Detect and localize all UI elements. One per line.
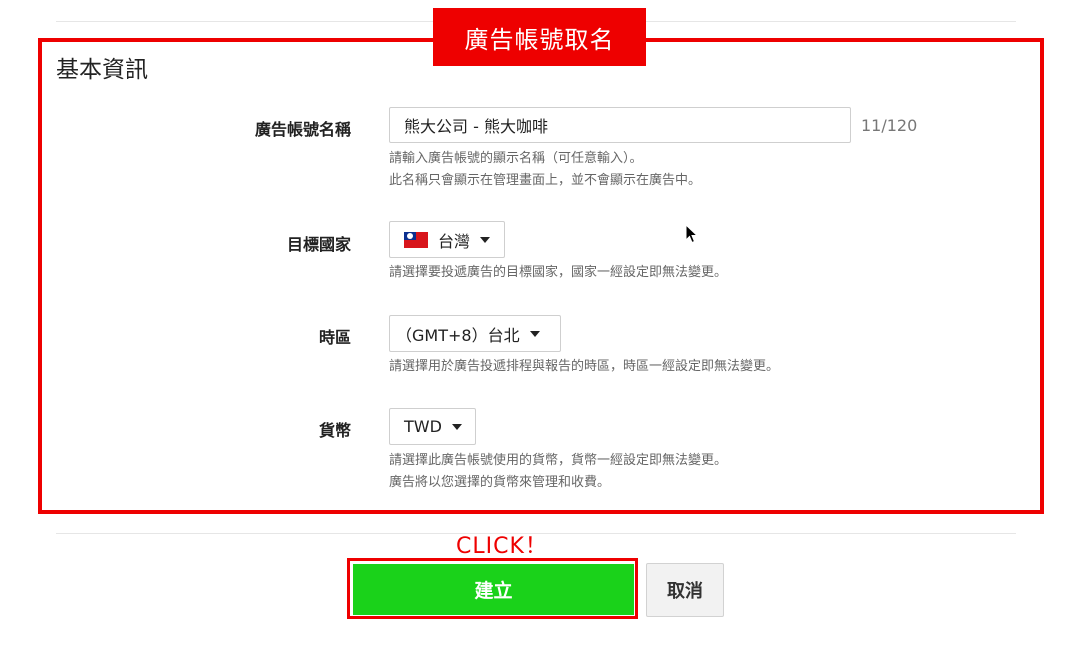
country-help-line1: 請選擇要投遞廣告的目標國家，國家一經設定即無法變更。 <box>389 265 728 280</box>
click-hint: CLICK！ <box>456 534 548 559</box>
taiwan-flag-icon <box>404 231 428 248</box>
country-selected: 台灣 <box>437 231 470 251</box>
currency-help: 請選擇此廣告帳號使用的貨幣，貨幣一經設定即無法變更。 廣告將以您選擇的貨幣來管理… <box>389 450 727 494</box>
caret-down-icon <box>451 423 462 430</box>
currency-help-line1: 請選擇此廣告帳號使用的貨幣，貨幣一經設定即無法變更。 <box>389 453 728 468</box>
country-help: 請選擇要投遞廣告的目標國家，國家一經設定即無法變更。 <box>389 262 727 284</box>
currency-selected: TWD <box>404 417 442 436</box>
timezone-dropdown[interactable]: （GMT+8）台北 <box>389 315 561 352</box>
account-name-input[interactable] <box>389 107 851 143</box>
currency-help-line2: 廣告將以您選擇的貨幣來管理和收費。 <box>389 475 611 490</box>
annotation-banner: 廣告帳號取名 <box>433 8 646 66</box>
caret-down-icon <box>480 236 490 243</box>
country-dropdown[interactable]: 台灣 <box>389 221 505 258</box>
caret-down-icon <box>529 330 540 337</box>
country-label: 目標國家 <box>286 235 351 254</box>
create-button[interactable]: 建立 <box>353 564 634 615</box>
timezone-label: 時區 <box>318 328 351 347</box>
timezone-help: 請選擇用於廣告投遞排程與報告的時區，時區一經設定即無法變更。 <box>389 356 779 378</box>
account-name-help-line1: 請輸入廣告帳號的顯示名稱（可任意輸入）。 <box>389 151 643 166</box>
account-name-label: 廣告帳號名稱 <box>254 120 351 139</box>
character-counter: 11/120 <box>861 116 918 135</box>
currency-label: 貨幣 <box>318 421 351 440</box>
cancel-button[interactable]: 取消 <box>646 563 724 617</box>
section-title: 基本資訊 <box>56 57 148 83</box>
timezone-help-line1: 請選擇用於廣告投遞排程與報告的時區，時區一經設定即無法變更。 <box>389 359 780 374</box>
timezone-selected: （GMT+8）台北 <box>396 325 520 345</box>
account-name-help: 請輸入廣告帳號的顯示名稱（可任意輸入）。 此名稱只會顯示在管理畫面上，並不會顯示… <box>389 148 701 192</box>
mouse-pointer-icon <box>685 224 699 244</box>
currency-dropdown[interactable]: TWD <box>389 408 476 445</box>
account-name-help-line2: 此名稱只會顯示在管理畫面上，並不會顯示在廣告中。 <box>389 173 702 188</box>
